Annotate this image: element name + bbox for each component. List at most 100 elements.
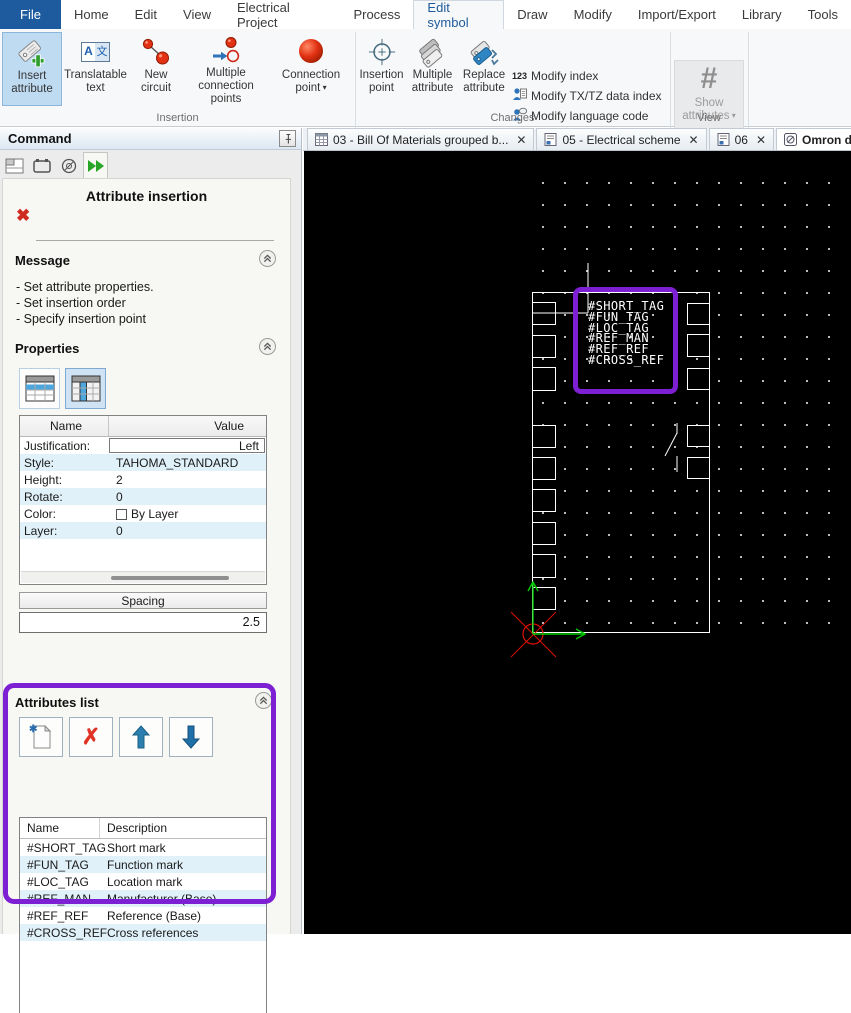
symbol-preview-icon (61, 158, 76, 174)
command-toolbar (0, 150, 301, 178)
cancel-command-button[interactable]: ✖ (16, 207, 30, 224)
group-label-view: View (697, 112, 721, 124)
column-header-name: Name (20, 818, 100, 838)
replace-attribute-label: Replace attribute (462, 69, 506, 94)
attribute-row[interactable]: #REF_MAN Manufacturer (Base) (20, 890, 266, 907)
connection-points-icon (210, 35, 242, 67)
insert-attribute-button[interactable]: Insert attribute (2, 32, 62, 106)
close-tab-icon[interactable]: ✕ (516, 133, 526, 147)
tab-edit-symbol[interactable]: Edit symbol (413, 0, 505, 30)
scrollbar-thumb[interactable] (111, 576, 229, 580)
command-panel: Command Attribute insertion ✖ Message - … (0, 128, 302, 1013)
attribute-name: #LOC_TAG (27, 874, 89, 889)
insertion-point-button[interactable]: Insertion point (359, 32, 404, 106)
by-layer-checkbox[interactable] (116, 508, 127, 520)
connection-point-button[interactable]: Connection point ▾ (271, 32, 351, 106)
tab-import-export[interactable]: Import/Export (625, 0, 729, 29)
columns-view-toggle[interactable] (65, 368, 106, 409)
move-down-button[interactable] (169, 717, 213, 757)
command-panel-titlebar: Command (0, 128, 301, 150)
translatable-text-label: Translatable text (64, 69, 127, 94)
tab-draw[interactable]: Draw (504, 0, 560, 29)
collapse-properties-button[interactable] (259, 338, 276, 355)
tab-view[interactable]: View (170, 0, 224, 29)
message-lines: - Set attribute properties. - Set insert… (16, 279, 154, 327)
modify-index-button[interactable]: 123 Modify index (512, 66, 668, 85)
height-value-field[interactable]: 2 (108, 473, 266, 487)
multiple-connection-points-label: Multiple connection points (198, 67, 254, 106)
tab-home[interactable]: Home (61, 0, 122, 29)
connection-point-label: Connection point ▾ (281, 69, 341, 94)
style-value-field[interactable]: TAHOMA_STANDARD (108, 456, 266, 470)
tag-plus-icon (16, 36, 48, 70)
circuit-nodes-icon (141, 35, 171, 69)
tab-electrical-project[interactable]: Electrical Project (224, 0, 340, 30)
multiple-attribute-button[interactable]: Multiple attribute (405, 32, 460, 106)
collapse-attributes-button[interactable] (255, 692, 272, 709)
multiple-connection-points-button[interactable]: Multiple connection points (184, 32, 268, 106)
tab-edit[interactable]: Edit (122, 0, 170, 29)
rotate-value-field[interactable]: 0 (108, 490, 266, 504)
tab-tools[interactable]: Tools (795, 0, 851, 29)
spacing-input[interactable]: 2.5 (19, 612, 267, 633)
attribute-row[interactable]: #FUN_TAG Function mark (20, 856, 266, 873)
doc-tab-omron-drive[interactable]: Omron drive ✕ (776, 128, 851, 150)
tab-modify[interactable]: Modify (561, 0, 625, 29)
command-panel-title: Command (8, 131, 72, 146)
doc-tab-label: 03 - Bill Of Materials grouped b... (333, 132, 509, 147)
property-name: Rotate: (24, 489, 63, 504)
column-header-value: Value (108, 416, 266, 436)
table-row-view-icon (25, 375, 54, 402)
doc-tab-label: 06 (734, 132, 748, 147)
doc-tab-bill-of-materials[interactable]: 03 - Bill Of Materials grouped b... ✕ (307, 128, 535, 150)
tab-process[interactable]: Process (340, 0, 413, 29)
property-row: Justification: Left (20, 437, 266, 454)
form-view-button[interactable] (2, 154, 27, 178)
rows-view-toggle[interactable] (19, 368, 60, 409)
layer-value-field[interactable]: 0 (108, 524, 266, 538)
doc-tab-electrical-scheme[interactable]: 05 - Electrical scheme ✕ (536, 128, 707, 150)
column-header-description: Description (107, 821, 168, 835)
translatable-text-button[interactable]: A 文 Translatable text (64, 32, 127, 106)
attributes-list-header: Attributes list (15, 695, 99, 710)
delete-attribute-button[interactable]: ✗ (69, 717, 113, 757)
properties-grid-hscrollbar[interactable] (21, 571, 265, 583)
property-name: Color: (24, 506, 57, 521)
group-label-changes: Changes (490, 112, 535, 124)
tab-file[interactable]: File (0, 0, 61, 29)
selection-view-button[interactable] (29, 154, 54, 178)
color-value-field[interactable]: By Layer (108, 507, 266, 521)
attribute-row[interactable]: #REF_REF Reference (Base) (20, 907, 266, 924)
close-tab-icon[interactable]: ✕ (689, 133, 699, 147)
close-tab-icon[interactable]: ✕ (756, 133, 766, 147)
arrow-down-icon (182, 725, 200, 749)
symbol-editor-canvas[interactable]: #SHORT_TAG #FUN_TAG #LOC_TAG #REF_MAN #R… (304, 151, 851, 934)
properties-section-header: Properties (15, 341, 80, 356)
replace-attribute-button[interactable]: Replace attribute (461, 32, 507, 106)
properties-grid: Name Value Justification: Left Style: TA… (19, 415, 267, 585)
attribute-row[interactable]: #SHORT_TAG Short mark (20, 839, 266, 856)
scheme-page-icon (717, 133, 730, 146)
move-up-button[interactable] (119, 717, 163, 757)
symbol-doc-icon (784, 133, 798, 146)
property-row: Rotate: 0 (20, 488, 266, 505)
attribute-tag: #CROSS_REF (588, 352, 665, 367)
collapse-message-button[interactable] (259, 250, 276, 267)
property-row: Style: TAHOMA_STANDARD (20, 454, 266, 471)
symbol-view-button[interactable] (56, 154, 81, 178)
tab-library[interactable]: Library (729, 0, 795, 29)
justification-value-field[interactable]: Left (109, 438, 265, 453)
modify-txtz-index-label: Modify TX/TZ data index (531, 88, 662, 103)
modify-txtz-index-button[interactable]: Modify TX/TZ data index (512, 86, 668, 105)
attribute-row[interactable]: #CROSS_REF Cross references (20, 924, 266, 941)
new-circuit-button[interactable]: New circuit (130, 32, 182, 106)
run-command-tab[interactable] (83, 152, 108, 178)
doc-tab-06[interactable]: 06 ✕ (708, 128, 775, 150)
pin-button[interactable] (279, 130, 296, 147)
ribbon: Insert attribute A 文 Translatable text N… (0, 29, 851, 140)
tag-stack-icon (417, 35, 449, 69)
new-attribute-button[interactable]: ✱ (19, 717, 63, 757)
attribute-row[interactable]: #LOC_TAG Location mark (20, 873, 266, 890)
column-header-name: Name (49, 419, 82, 433)
insert-attribute-label: Insert attribute (11, 70, 53, 95)
